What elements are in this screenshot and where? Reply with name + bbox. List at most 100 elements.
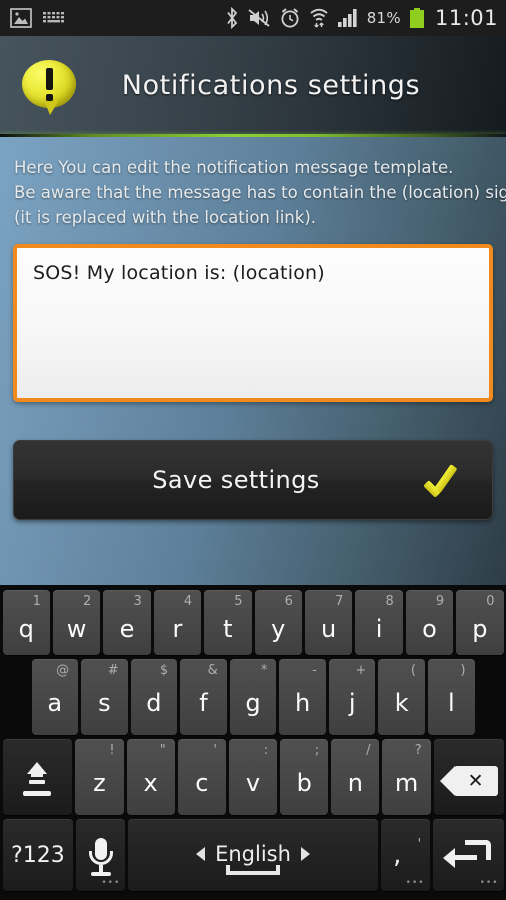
key-alt: - bbox=[312, 663, 317, 678]
image-icon bbox=[10, 8, 32, 28]
key-c[interactable]: ' c bbox=[177, 739, 226, 815]
message-template-value[interactable]: SOS! My location is: (location) bbox=[33, 262, 473, 284]
key-r[interactable]: 4r bbox=[153, 590, 202, 655]
shift-key[interactable] bbox=[2, 739, 73, 815]
key-d[interactable]: $ d bbox=[130, 659, 178, 735]
sound-mute-icon bbox=[248, 9, 270, 27]
description-line-2: Be aware that the message has to contain… bbox=[14, 183, 506, 202]
key-n[interactable]: / n bbox=[331, 739, 380, 815]
battery-icon bbox=[409, 8, 424, 28]
key-w[interactable]: 2w bbox=[52, 590, 101, 655]
key-alt: 5 bbox=[234, 594, 243, 609]
key-alt: 0 bbox=[486, 594, 495, 609]
key-label: d bbox=[146, 689, 162, 717]
battery-percent: 81% bbox=[366, 9, 401, 27]
key-u[interactable]: 7u bbox=[304, 590, 353, 655]
key-alt: : bbox=[263, 743, 269, 758]
keyboard-row-3: ! z " x ' c :v ; b / n ? m ✕ bbox=[0, 737, 506, 817]
key-x[interactable]: " x bbox=[126, 739, 175, 815]
key-t[interactable]: 5t bbox=[204, 590, 252, 655]
backspace-key[interactable]: ✕ bbox=[433, 739, 504, 815]
key-label: p bbox=[472, 614, 488, 643]
key-y[interactable]: 6y bbox=[254, 590, 302, 655]
enter-icon bbox=[443, 840, 493, 874]
key-label: i bbox=[375, 614, 383, 643]
status-bar-left bbox=[10, 8, 68, 28]
space-underline-icon bbox=[226, 864, 280, 875]
key-label: l bbox=[447, 689, 455, 717]
key-alt: ; bbox=[314, 743, 320, 758]
key-q[interactable]: 1q bbox=[2, 590, 50, 655]
key-l[interactable]: ) l bbox=[428, 659, 475, 735]
clock: 11:01 bbox=[434, 6, 498, 30]
key-alt: 3 bbox=[133, 594, 142, 609]
app-header: Notifications settings bbox=[0, 36, 506, 134]
key-e[interactable]: 3e bbox=[103, 590, 151, 655]
key-alt: * bbox=[260, 663, 268, 678]
key-alt: ? bbox=[414, 743, 422, 758]
triangle-left-icon[interactable] bbox=[196, 846, 206, 861]
on-screen-keyboard[interactable]: 1q 2w 3e 4r 5t 6y 7u 8i 9o 0p @ a # s $ d &… bbox=[0, 585, 506, 900]
microphone-icon bbox=[86, 838, 116, 878]
key-label: x bbox=[143, 769, 158, 797]
save-settings-button[interactable]: Save settings bbox=[13, 440, 493, 520]
space-key[interactable]: English bbox=[128, 819, 378, 891]
key-m[interactable]: ? m bbox=[382, 739, 431, 815]
key-f[interactable]: & f bbox=[180, 659, 227, 735]
key-alt: 7 bbox=[335, 594, 344, 609]
key-v[interactable]: :v bbox=[228, 739, 278, 815]
triangle-right-icon[interactable] bbox=[300, 846, 310, 861]
key-g[interactable]: * g bbox=[229, 659, 277, 735]
main-content: Here You can edit the notification messa… bbox=[0, 137, 506, 585]
key-label: b bbox=[296, 769, 312, 797]
key-o[interactable]: 9o bbox=[405, 590, 454, 655]
save-settings-label: Save settings bbox=[152, 466, 320, 494]
microphone-key[interactable]: ••• bbox=[76, 819, 126, 891]
key-alt: & bbox=[207, 663, 218, 678]
key-i[interactable]: 8i bbox=[355, 590, 403, 655]
key-label: e bbox=[119, 614, 135, 643]
keyboard-row-4: ?123 ••• English ' , ••• ••• bbox=[0, 817, 506, 895]
key-label: f bbox=[199, 689, 208, 717]
key-alt: # bbox=[107, 663, 119, 678]
key-label: j bbox=[348, 689, 356, 717]
key-j[interactable]: + j bbox=[328, 659, 376, 735]
description-line-1: Here You can edit the notification messa… bbox=[14, 158, 454, 177]
key-label: a bbox=[47, 689, 63, 717]
key-label: t bbox=[223, 614, 233, 643]
key-alt: 1 bbox=[32, 594, 41, 609]
key-z[interactable]: ! z bbox=[75, 739, 124, 815]
key-label: o bbox=[422, 614, 437, 643]
key-dots: ••• bbox=[479, 878, 499, 888]
key-alt: $ bbox=[159, 663, 169, 678]
key-h[interactable]: -h bbox=[279, 659, 326, 735]
description-text: Here You can edit the notification messa… bbox=[14, 155, 506, 230]
key-label: s bbox=[98, 689, 111, 717]
key-label: m bbox=[394, 769, 419, 797]
period-key[interactable]: ' , ••• bbox=[380, 819, 430, 891]
key-a[interactable]: @ a bbox=[31, 659, 79, 735]
key-p[interactable]: 0p bbox=[456, 590, 504, 655]
key-alt: 4 bbox=[183, 594, 193, 609]
key-label: y bbox=[271, 614, 286, 643]
row-2-left-pad bbox=[1, 659, 30, 735]
key-b[interactable]: ; b bbox=[280, 739, 329, 815]
key-label: q bbox=[18, 614, 34, 643]
key-alt: + bbox=[355, 663, 367, 678]
key-label: z bbox=[93, 769, 106, 797]
notification-bubble-icon bbox=[22, 60, 76, 115]
key-alt: ' bbox=[213, 743, 217, 758]
key-s[interactable]: # s bbox=[81, 659, 128, 735]
message-template-input[interactable]: SOS! My location is: (location) bbox=[13, 244, 493, 402]
key-alt: ! bbox=[109, 743, 115, 758]
symbols-key[interactable]: ?123 bbox=[2, 819, 74, 891]
key-alt: / bbox=[366, 743, 371, 758]
signal-icon bbox=[337, 9, 357, 27]
key-label: h bbox=[294, 689, 311, 717]
shift-icon bbox=[17, 760, 57, 798]
enter-key[interactable]: ••• bbox=[432, 819, 504, 891]
key-label: u bbox=[321, 614, 337, 643]
key-k[interactable]: (k bbox=[378, 659, 425, 735]
key-label: r bbox=[172, 614, 183, 643]
key-alt: 6 bbox=[284, 594, 293, 609]
